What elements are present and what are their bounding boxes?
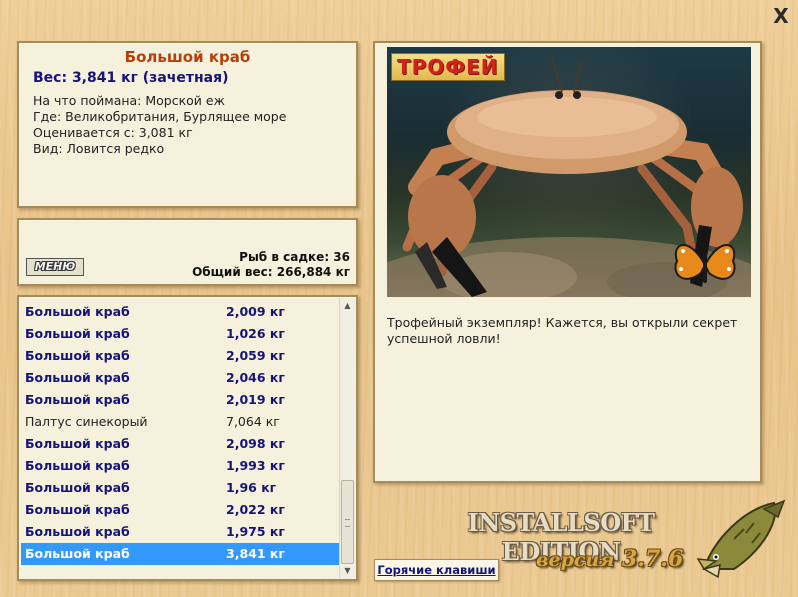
catch-weight: 2,022 кг <box>226 502 285 517</box>
catch-weight: 2,009 кг <box>226 304 285 319</box>
catch-name: Большой краб <box>25 524 130 539</box>
menu-button[interactable]: МЕНЮ <box>26 258 84 276</box>
list-item[interactable]: Большой краб 2,059 кг <box>21 345 339 367</box>
rarity-info: Вид: Ловится редко <box>33 141 165 156</box>
catch-name: Большой краб <box>25 502 130 517</box>
bait-info: На что поймана: Морской еж <box>33 93 225 108</box>
list-scrollbar[interactable]: ▲ ▼ <box>339 298 355 578</box>
fish-count: Рыб в садке: 36 <box>239 250 350 264</box>
crab-photo: ТРОФЕЙ <box>387 47 751 297</box>
catch-weight: 2,019 кг <box>226 392 285 407</box>
catch-name: Большой краб <box>25 546 130 561</box>
threshold-info: Оценивается с: 3,081 кг <box>33 125 193 140</box>
catch-list-panel: Большой краб 2,009 кг Большой краб 1,026 к… <box>17 295 358 581</box>
catch-weight: 2,046 кг <box>226 370 285 385</box>
catch-name: Большой краб <box>25 458 130 473</box>
trophy-message: Трофейный экземпляр! Кажется, вы открыли… <box>387 315 738 346</box>
trophy-panel: ТРОФЕЙ Трофейный экземпляр! Кажется, вы … <box>373 41 762 483</box>
location-info: Где: Великобритания, Бурлящее море <box>33 109 287 124</box>
scroll-up-arrow-icon[interactable]: ▲ <box>340 298 355 313</box>
catch-list: Большой краб 2,009 кг Большой краб 1,026 к… <box>21 301 339 565</box>
catch-name: Большой краб <box>25 370 130 385</box>
catch-name: Палтус синекорый <box>25 414 148 429</box>
catch-weight: 1,993 кг <box>226 458 285 473</box>
catch-name: Большой краб <box>25 348 130 363</box>
catch-name: Большой краб <box>25 392 130 407</box>
catch-weight: 3,841 кг <box>226 546 285 561</box>
catch-weight: 1,975 кг <box>226 524 285 539</box>
list-item[interactable]: Большой краб 2,022 кг <box>21 499 339 521</box>
list-item[interactable]: Большой краб 2,046 кг <box>21 367 339 389</box>
scroll-down-arrow-icon[interactable]: ▼ <box>340 563 355 578</box>
list-item[interactable]: Большой краб 2,009 кг <box>21 301 339 323</box>
version-word: версия <box>536 549 615 571</box>
list-item[interactable]: Палтус синекорый 7,064 кг <box>21 411 339 433</box>
list-item[interactable]: Большой краб 1,96 кг <box>21 477 339 499</box>
catch-weight: 2,059 кг <box>226 348 285 363</box>
catch-name: Большой краб <box>25 304 130 319</box>
fish-title: Большой краб <box>124 48 251 66</box>
list-item[interactable]: Большой краб 1,026 кг <box>21 323 339 345</box>
catch-weight: 1,96 кг <box>226 480 277 495</box>
close-button[interactable]: X <box>770 5 792 27</box>
catch-weight: 2,098 кг <box>226 436 285 451</box>
scroll-thumb[interactable] <box>341 480 354 564</box>
stats-summary: Рыб в садке: 36 Общий вес: 266,884 кг <box>192 250 350 280</box>
list-item[interactable]: Большой краб 3,841 кг <box>21 543 339 565</box>
catch-name: Большой краб <box>25 436 130 451</box>
stats-panel: МЕНЮ Рыб в садке: 36 Общий вес: 266,884 … <box>17 218 358 286</box>
butterfly-icon <box>674 244 736 283</box>
list-item[interactable]: Большой краб 1,975 кг <box>21 521 339 543</box>
catch-name: Большой краб <box>25 326 130 341</box>
list-item[interactable]: Большой краб 2,098 кг <box>21 433 339 455</box>
list-item[interactable]: Большой краб 1,993 кг <box>21 455 339 477</box>
fish-info-panel: Большой краб Вес: 3,841 кг (зачетная) На… <box>17 41 358 208</box>
version-number: 3.7.6 <box>622 546 684 572</box>
catch-weight: 7,064 кг <box>226 414 280 429</box>
catch-name: Большой краб <box>25 480 130 495</box>
total-weight: Общий вес: 266,884 кг <box>192 265 350 279</box>
catch-weight: 1,026 кг <box>226 326 285 341</box>
fish-weight: Вес: 3,841 кг (зачетная) <box>33 70 229 86</box>
pike-fish-logo-icon <box>696 499 786 579</box>
list-item[interactable]: Большой краб 2,019 кг <box>21 389 339 411</box>
version-label: версия 3.7.6 <box>536 546 686 572</box>
trophy-badge: ТРОФЕЙ <box>391 53 505 81</box>
